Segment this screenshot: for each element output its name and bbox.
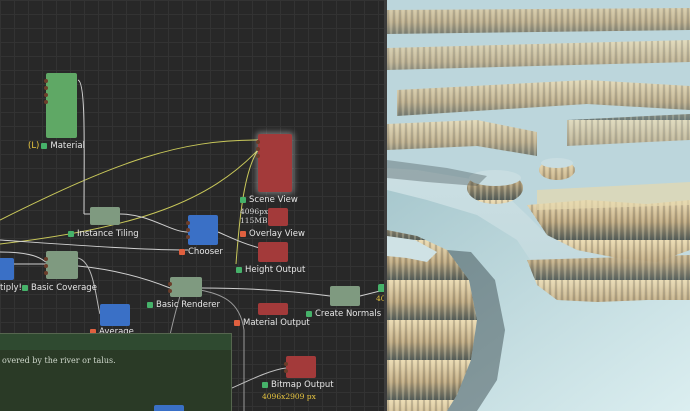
create-normals-node[interactable] <box>330 286 360 306</box>
terrain-3d-viewport[interactable] <box>387 0 690 411</box>
status-dot <box>240 231 246 237</box>
basic-renderer-node[interactable] <box>168 277 202 297</box>
bitmap-output-label: Bitmap Output <box>262 380 334 390</box>
status-dot <box>240 197 246 203</box>
status-dot <box>262 382 268 388</box>
bitmap-output-node[interactable] <box>284 356 316 378</box>
height-output-node[interactable] <box>258 242 288 262</box>
scene-view-size: 4096px <box>240 207 269 216</box>
scene-view-label: Scene View <box>240 195 298 205</box>
basic-coverage-label: Basic Coverage <box>22 283 97 293</box>
material-output-node[interactable] <box>258 303 288 315</box>
material-node[interactable] <box>44 73 77 138</box>
multiply-node[interactable] <box>0 258 14 280</box>
basic-renderer-label: Basic Renderer <box>147 300 220 310</box>
average-node[interactable] <box>100 304 130 326</box>
scene-view-node[interactable] <box>256 134 292 192</box>
comment-frame-header[interactable] <box>0 334 231 350</box>
instance-tiling-label: Instance Tiling <box>68 229 139 239</box>
create-normals-label: Create Normals <box>306 309 381 319</box>
status-dot <box>68 231 74 237</box>
overlay-view-label: Overlay View <box>240 229 305 239</box>
material-output-label: Material Output <box>234 318 310 328</box>
multiply-label: tiply! <box>0 283 22 293</box>
node-graph-canvas[interactable]: (L) Material Instance Tiling Chooser Sce… <box>0 0 384 411</box>
comment-frame[interactable]: overed by the river or talus. <box>0 333 232 411</box>
material-node-label: (L) Material <box>28 141 85 151</box>
comment-frame-text: overed by the river or talus. <box>2 356 116 365</box>
status-dot <box>147 302 153 308</box>
instance-tiling-node[interactable] <box>90 207 120 225</box>
material-prefix: (L) <box>28 141 40 151</box>
status-dot <box>22 285 28 291</box>
chooser-label: Chooser <box>179 247 223 257</box>
terrain-render <box>387 0 690 411</box>
status-dot <box>179 249 185 255</box>
chooser-node[interactable] <box>186 215 218 245</box>
height-output-label: Height Output <box>236 265 305 275</box>
scene-view-preview-stub <box>268 208 288 226</box>
edge-marker: 40 <box>376 294 384 303</box>
status-dot <box>234 320 240 326</box>
status-dot <box>41 143 48 149</box>
status-dot <box>236 267 242 273</box>
bitmap-output-resolution: 4096x2909 px <box>262 392 316 401</box>
status-dot <box>306 311 312 317</box>
bottom-node[interactable] <box>154 405 184 411</box>
basic-coverage-node[interactable] <box>44 251 78 279</box>
